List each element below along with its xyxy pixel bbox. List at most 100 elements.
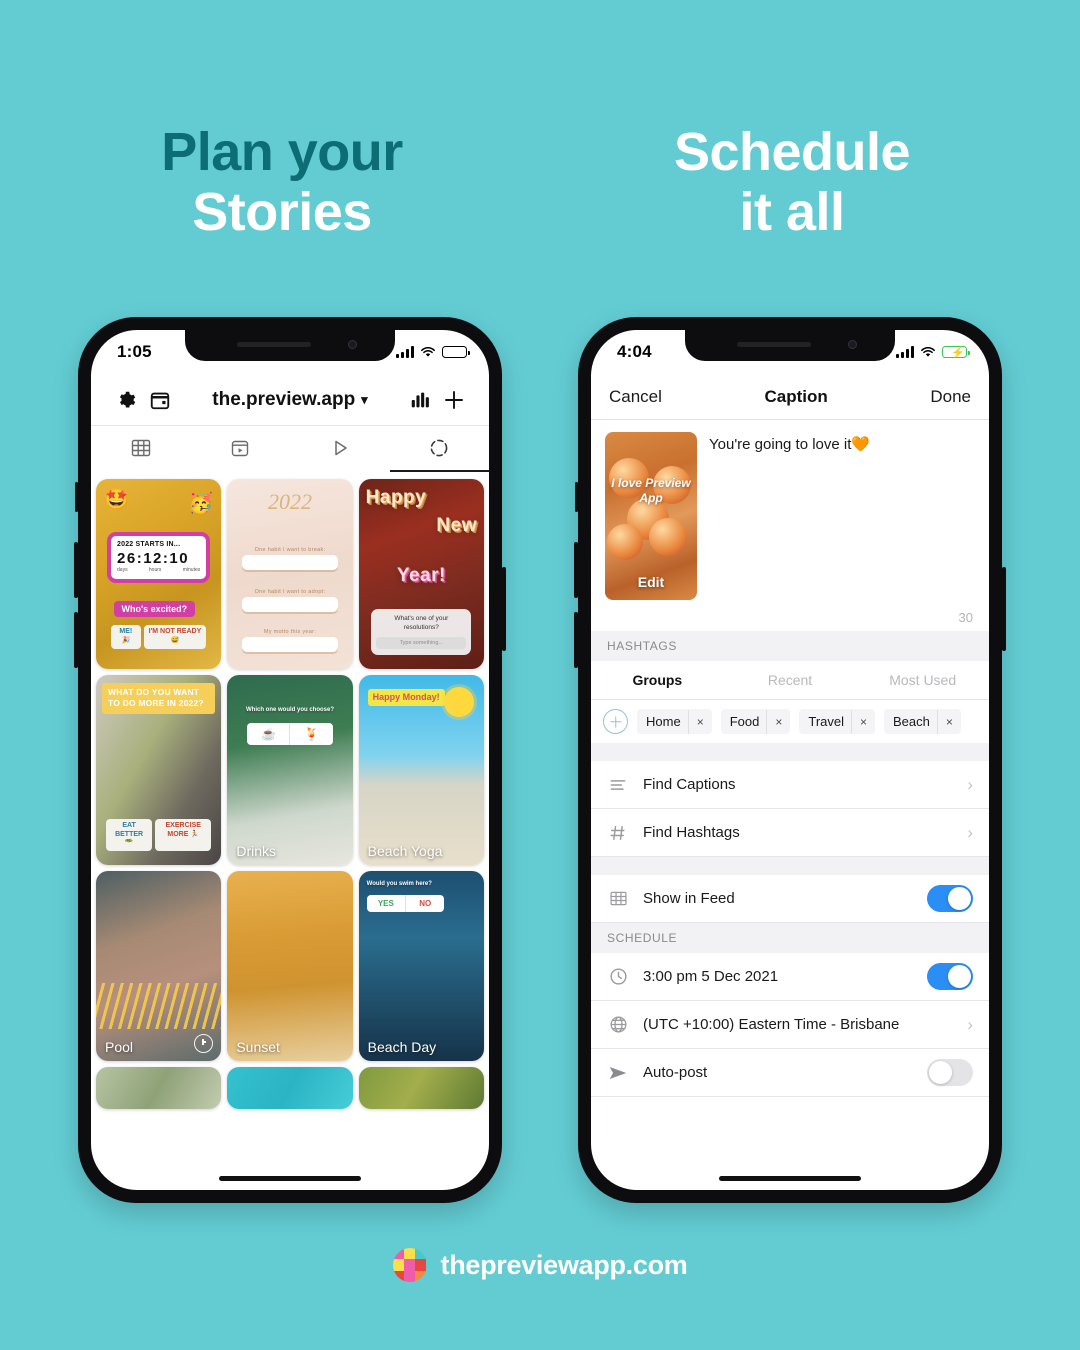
resolution-question: What's one of your resolutions?: [394, 615, 449, 631]
close-icon[interactable]: ×: [851, 709, 875, 734]
excited-answer-1: ME! 🎉: [111, 625, 141, 649]
earpiece-speaker: [237, 342, 311, 347]
headline-left-line1: Plan your: [161, 122, 403, 182]
prompt-2-field[interactable]: [242, 597, 338, 613]
reels-tab[interactable]: [191, 426, 291, 472]
story-sunset[interactable]: Sunset: [227, 871, 353, 1061]
timezone-row[interactable]: (UTC +10:00) Eastern Time - Brisbane ›: [591, 1001, 989, 1049]
volume-up-button[interactable]: [574, 542, 578, 598]
autopost-toggle[interactable]: [927, 1059, 973, 1086]
swim-poll[interactable]: YES NO: [366, 895, 445, 912]
tab-recent[interactable]: Recent: [724, 661, 857, 699]
plus-icon[interactable]: [437, 388, 471, 412]
cancel-button[interactable]: Cancel: [609, 387, 662, 407]
story-caption: Drinks: [236, 843, 276, 859]
story-plants[interactable]: [96, 1067, 222, 1109]
show-in-feed-row[interactable]: Show in Feed: [591, 875, 989, 923]
volume-down-button[interactable]: [574, 612, 578, 668]
excited-answer-2: I'M NOT READY 😅: [143, 625, 207, 649]
story-drinks[interactable]: Which one would you choose? ☕ 🍹 Drinks: [227, 675, 353, 865]
stories-row-2: WHAT DO YOU WANT TO DO MORE IN 2022? EAT…: [96, 675, 484, 865]
question-sticker[interactable]: What's one of your resolutions? Type som…: [371, 609, 472, 655]
power-button[interactable]: [502, 567, 506, 651]
chip-beach[interactable]: Beach ×: [884, 709, 961, 734]
prompt-2-label: One habit I want to adopt:: [254, 589, 326, 596]
schedule-time-row[interactable]: 3:00 pm 5 Dec 2021: [591, 953, 989, 1001]
autopost-label: Auto-post: [643, 1064, 708, 1081]
bar-chart-icon[interactable]: [403, 389, 437, 411]
chip-home[interactable]: Home ×: [637, 709, 712, 734]
find-captions-label: Find Captions: [643, 776, 736, 793]
done-button[interactable]: Done: [930, 387, 971, 407]
schedule-toggle[interactable]: [927, 963, 973, 990]
story-beach-day[interactable]: Would you swim here? YES NO Beach Day: [358, 871, 484, 1061]
send-icon: [607, 1062, 629, 1084]
prompt-3-field[interactable]: [242, 637, 338, 653]
do-more-banner: WHAT DO YOU WANT TO DO MORE IN 2022?: [102, 683, 216, 714]
story-palm[interactable]: [358, 1067, 484, 1109]
home-indicator[interactable]: [719, 1176, 861, 1181]
grid-tab[interactable]: [91, 426, 191, 472]
schedule-time-label: 3:00 pm 5 Dec 2021: [643, 968, 779, 985]
chip-food[interactable]: Food ×: [720, 709, 791, 734]
prompt-1-field[interactable]: [242, 555, 338, 571]
close-icon[interactable]: ×: [936, 709, 961, 734]
chip-label: Travel: [808, 714, 844, 729]
account-name: the.preview.app: [212, 388, 356, 410]
drinks-choice-2[interactable]: 🍹: [289, 723, 332, 745]
story-water[interactable]: [227, 1067, 353, 1109]
find-hashtags-row[interactable]: Find Hashtags ›: [591, 809, 989, 857]
tab-most-used[interactable]: Most Used: [856, 661, 989, 699]
autopost-row[interactable]: Auto-post: [591, 1049, 989, 1097]
cellular-signal-icon: [396, 346, 414, 358]
page-title: Caption: [764, 386, 828, 406]
stories-tab[interactable]: [389, 426, 489, 472]
calendar-icon[interactable]: [143, 389, 177, 411]
cellular-signal-icon: [896, 346, 914, 358]
story-do-more-2022[interactable]: WHAT DO YOU WANT TO DO MORE IN 2022? EAT…: [96, 675, 222, 865]
mute-switch[interactable]: [575, 482, 578, 512]
edit-button[interactable]: Edit: [605, 574, 697, 590]
story-beach-yoga[interactable]: Happy Monday! Beach Yoga: [358, 675, 484, 865]
clock-icon: [607, 966, 629, 987]
status-time: 1:05: [117, 342, 152, 361]
chip-label: Food: [729, 714, 760, 729]
close-icon[interactable]: ×: [766, 709, 790, 734]
hashtag-group-chips: Home × Food × Travel × Beach ×: [591, 700, 989, 743]
chip-travel[interactable]: Travel ×: [799, 709, 876, 734]
account-selector[interactable]: the.preview.app ▾: [177, 389, 403, 411]
caption-editor-area: I love Preview App Edit You're going to …: [591, 420, 989, 608]
post-thumbnail[interactable]: I love Preview App Edit: [605, 432, 697, 600]
drinks-choice-1[interactable]: ☕: [247, 723, 289, 745]
gear-icon[interactable]: [109, 389, 143, 411]
prompt-3-label: My motto this year:: [263, 629, 317, 636]
phone-left-screen: 1:05 the.preview.app ▾ 🤩 🥳 2022 STARTS I…: [91, 330, 489, 1190]
find-captions-row[interactable]: Find Captions ›: [591, 761, 989, 809]
story-2022-prompts[interactable]: 2022 One habit I want to break: One habi…: [227, 479, 353, 669]
resolution-input[interactable]: Type something...: [376, 636, 467, 649]
story-2022-countdown[interactable]: 🤩 🥳 2022 STARTS IN... 26:12:10 days hour…: [96, 479, 222, 669]
battery-icon: [442, 346, 470, 358]
stories-row-1: 🤩 🥳 2022 STARTS IN... 26:12:10 days hour…: [96, 479, 484, 669]
tab-groups[interactable]: Groups: [591, 661, 724, 699]
home-indicator[interactable]: [219, 1176, 361, 1181]
show-in-feed-toggle[interactable]: [927, 885, 973, 912]
caption-input[interactable]: You're going to love it🧡: [709, 432, 975, 600]
earpiece-speaker: [737, 342, 811, 347]
swim-answer-yes[interactable]: YES: [367, 895, 405, 912]
volume-down-button[interactable]: [74, 612, 78, 668]
power-button[interactable]: [1002, 567, 1006, 651]
stories-row-4: [96, 1067, 484, 1109]
section-gap: [591, 857, 989, 875]
mute-switch[interactable]: [75, 482, 78, 512]
drinks-choices[interactable]: ☕ 🍹: [247, 723, 333, 745]
close-icon[interactable]: ×: [687, 709, 712, 734]
swim-answer-no[interactable]: NO: [405, 895, 444, 912]
chip-label: Beach: [893, 714, 930, 729]
prompt-1-label: One habit I want to break:: [254, 547, 326, 554]
story-happy-new-year[interactable]: Happy New Year! What's one of your resol…: [358, 479, 484, 669]
volume-up-button[interactable]: [74, 542, 78, 598]
story-pool[interactable]: Pool: [96, 871, 222, 1061]
plus-circle-icon[interactable]: [603, 709, 628, 734]
video-tab[interactable]: [290, 426, 390, 472]
